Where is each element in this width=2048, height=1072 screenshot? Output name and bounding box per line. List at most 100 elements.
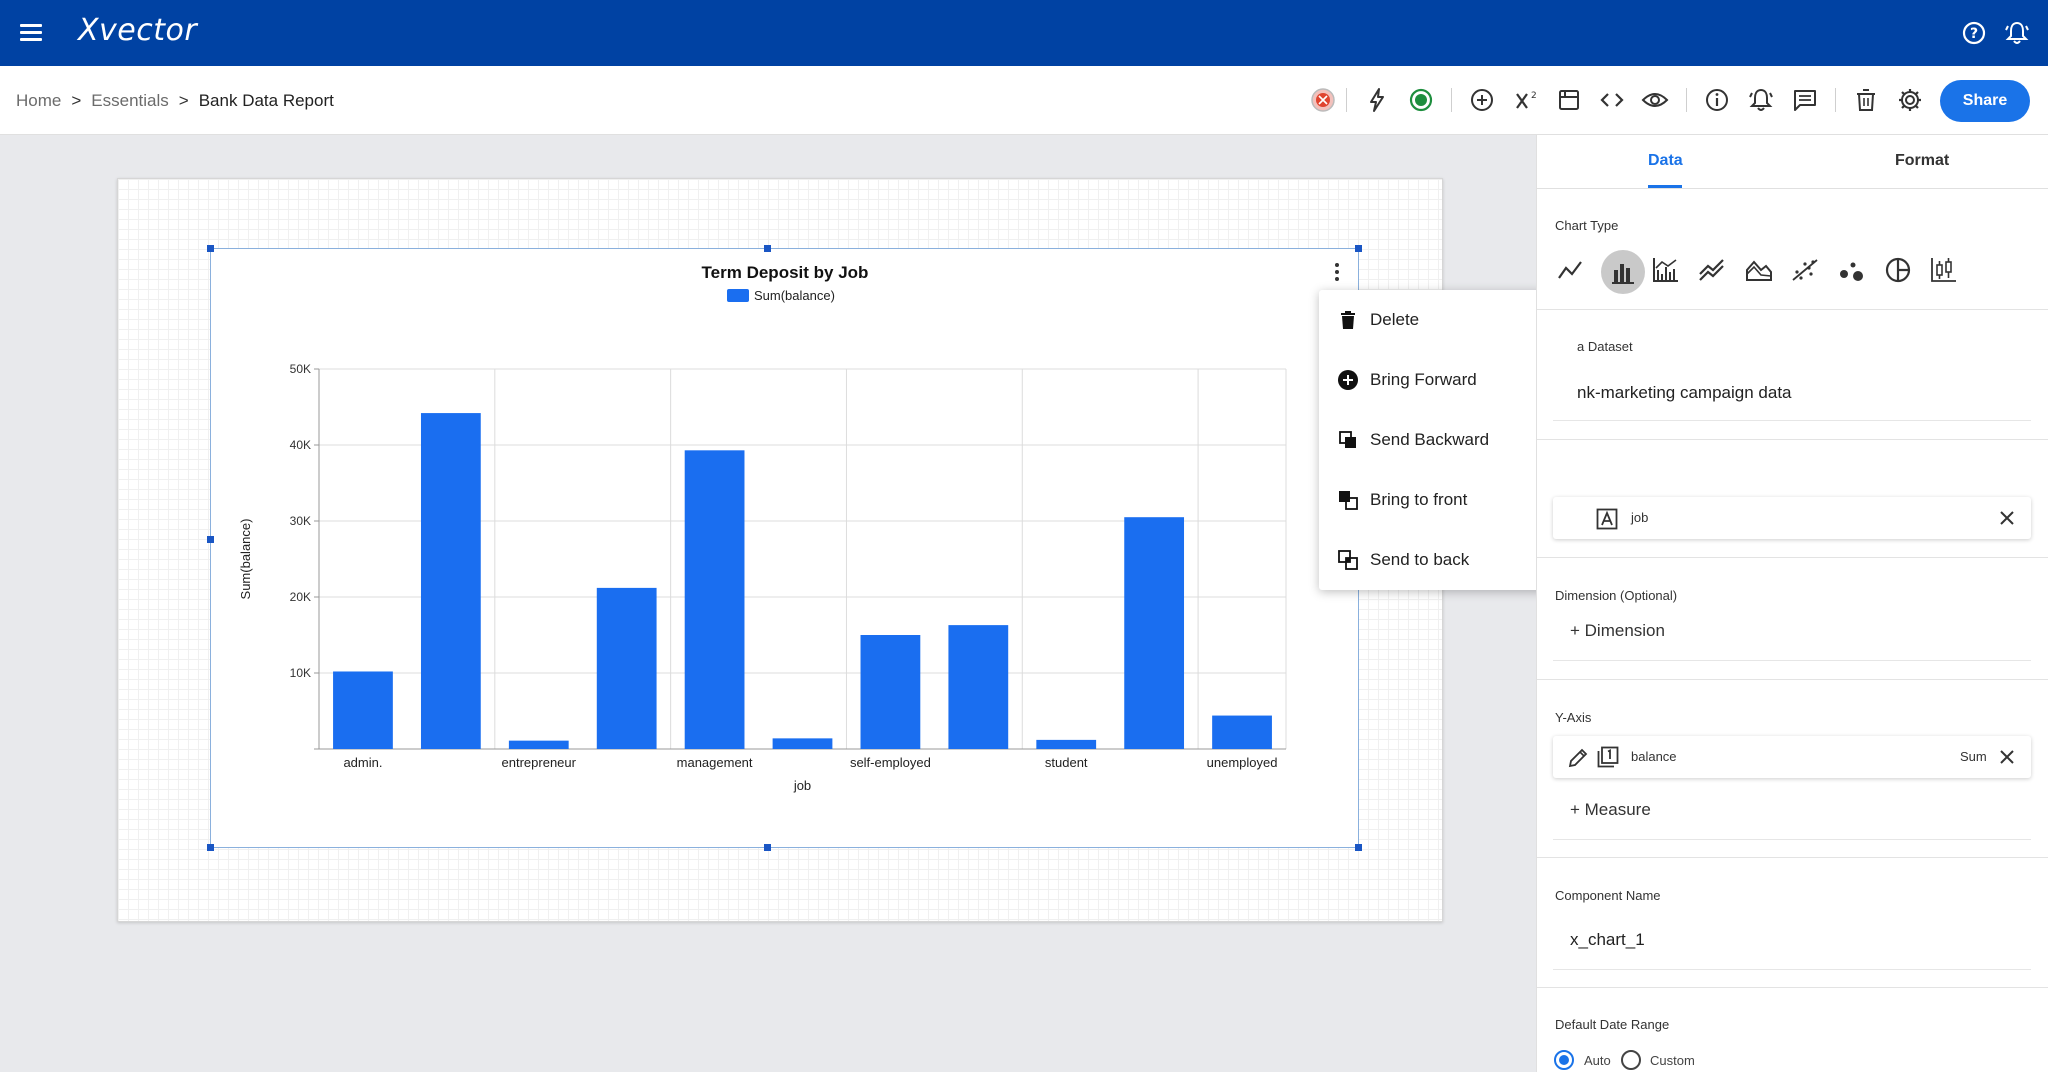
bar xyxy=(508,740,569,749)
chart-title: Term Deposit by Job xyxy=(702,263,869,282)
field-underline xyxy=(1553,660,2031,661)
top-app-bar: Xvector ? xyxy=(0,0,2048,66)
y-axis-field-chip[interactable]: balance Sum xyxy=(1553,736,2031,778)
radio-auto-label: Auto xyxy=(1584,1053,1611,1068)
scatter-trend-chart-type-icon[interactable] xyxy=(1789,254,1821,286)
chart-component[interactable]: Term Deposit by Job Sum(balance) 10K 20K 30K… xyxy=(210,248,1359,848)
toolbar-divider xyxy=(1835,88,1836,112)
no-sync-status-icon[interactable] xyxy=(1309,86,1337,114)
tab-format[interactable]: Format xyxy=(1895,152,1949,170)
menu-item-label: Send to back xyxy=(1370,550,1470,569)
bring-to-front-icon xyxy=(1339,491,1358,510)
legend-swatch xyxy=(727,289,749,302)
bar xyxy=(772,738,833,749)
add-dimension-button[interactable]: + Dimension xyxy=(1570,621,1665,641)
y-field-name: balance xyxy=(1631,749,1677,764)
breadcrumb: Home > Essentials > Bank Data Report xyxy=(16,91,334,111)
trash-icon[interactable] xyxy=(1852,86,1880,114)
resize-handle[interactable] xyxy=(764,245,771,252)
radio-custom[interactable] xyxy=(1621,1050,1641,1070)
field-underline xyxy=(1553,420,2031,421)
svg-text:2: 2 xyxy=(1531,91,1537,101)
menu-item-label: Send Backward xyxy=(1370,430,1490,449)
edit-pencil-icon[interactable] xyxy=(1567,747,1589,769)
breadcrumb-home[interactable]: Home xyxy=(16,91,61,111)
save-icon[interactable] xyxy=(1555,86,1583,114)
settings-gear-icon[interactable] xyxy=(1896,86,1924,114)
comment-icon[interactable] xyxy=(1791,86,1819,114)
add-circle-icon[interactable] xyxy=(1468,86,1496,114)
y-axis-title: Sum(balance) xyxy=(238,519,253,600)
section-divider xyxy=(1537,987,2048,988)
share-button[interactable]: Share xyxy=(1940,80,2030,122)
notification-bell-icon[interactable] xyxy=(2003,19,2031,47)
section-divider xyxy=(1537,679,2048,680)
hamburger-menu-icon[interactable] xyxy=(18,20,44,46)
chart-type-label: Chart Type xyxy=(1555,218,1619,233)
x-tick-label: unemployed xyxy=(1207,755,1278,770)
preview-eye-icon[interactable] xyxy=(1641,86,1669,114)
field-underline xyxy=(1553,839,2031,840)
combo-chart-type-icon[interactable] xyxy=(1650,254,1682,286)
formula-icon[interactable]: 2 xyxy=(1512,86,1540,114)
x-axis-title: job xyxy=(793,778,811,793)
dataset-value[interactable]: nk-marketing campaign data xyxy=(1577,383,1792,403)
section-divider xyxy=(1537,857,2048,858)
panel-tabs: Data Format xyxy=(1537,135,2048,189)
bar xyxy=(684,450,745,749)
x-tick-label: admin. xyxy=(343,755,382,770)
field-underline xyxy=(1553,969,2031,970)
live-status-icon[interactable] xyxy=(1407,86,1435,114)
lightning-icon[interactable] xyxy=(1363,86,1391,114)
candlestick-chart-type-icon[interactable] xyxy=(1928,254,1960,286)
resize-handle[interactable] xyxy=(207,245,214,252)
send-to-back-icon xyxy=(1338,550,1358,570)
aggregation-label[interactable]: Sum xyxy=(1960,749,1987,764)
resize-handle[interactable] xyxy=(764,844,771,851)
alert-bell-icon[interactable] xyxy=(1747,86,1775,114)
menu-item-label: Bring to front xyxy=(1370,490,1468,509)
number-type-icon xyxy=(1597,746,1619,768)
radio-auto[interactable] xyxy=(1554,1050,1574,1070)
code-icon[interactable] xyxy=(1598,86,1626,114)
resize-handle[interactable] xyxy=(207,536,214,543)
radio-custom-label: Custom xyxy=(1650,1053,1695,1068)
remove-field-close-icon[interactable] xyxy=(1998,748,2016,766)
x-tick-label: management xyxy=(677,755,753,770)
multi-line-chart-type-icon[interactable] xyxy=(1696,254,1728,286)
x-tick-label: entrepreneur xyxy=(502,755,577,770)
info-icon[interactable] xyxy=(1703,86,1731,114)
bubble-chart-type-icon[interactable] xyxy=(1835,254,1867,286)
svg-text:?: ? xyxy=(1970,26,1978,42)
toolbar-divider xyxy=(1346,88,1347,112)
tab-data[interactable]: Data xyxy=(1648,152,1683,170)
report-page: Term Deposit by Job Sum(balance) 10K 20K 30K… xyxy=(117,178,1443,922)
dimension-label: Dimension (Optional) xyxy=(1555,588,1678,603)
bar xyxy=(860,635,921,749)
y-tick-label: 50K xyxy=(290,362,311,376)
x-field-name: job xyxy=(1631,510,1649,525)
chart-more-options-icon[interactable] xyxy=(1332,261,1342,283)
line-chart-type-icon[interactable] xyxy=(1554,254,1586,286)
y-tick-label: 20K xyxy=(290,590,311,604)
bar-chart: Term Deposit by Job Sum(balance) 10K 20K 30K… xyxy=(238,263,1287,793)
add-measure-button[interactable]: + Measure xyxy=(1570,800,1651,820)
bar-chart-type-selected[interactable] xyxy=(1601,250,1645,294)
toolbar-divider xyxy=(1686,88,1687,112)
component-name-input[interactable]: x_chart_1 xyxy=(1570,930,1645,950)
help-icon[interactable]: ? xyxy=(1960,19,1988,47)
y-tick-label: 30K xyxy=(290,514,311,528)
resize-handle[interactable] xyxy=(1355,245,1362,252)
delete-icon xyxy=(1341,311,1355,329)
section-divider xyxy=(1537,309,2048,310)
bar xyxy=(948,625,1009,749)
date-range-label: Default Date Range xyxy=(1555,1017,1670,1032)
resize-handle[interactable] xyxy=(1355,844,1362,851)
resize-handle[interactable] xyxy=(207,844,214,851)
breadcrumb-essentials[interactable]: Essentials xyxy=(91,91,168,111)
pie-chart-type-icon[interactable] xyxy=(1882,254,1914,286)
x-axis-field-chip[interactable]: job xyxy=(1553,497,2031,539)
area-chart-type-icon[interactable] xyxy=(1743,254,1775,286)
remove-field-close-icon[interactable] xyxy=(1998,509,2016,527)
toolbar-divider xyxy=(1451,88,1452,112)
